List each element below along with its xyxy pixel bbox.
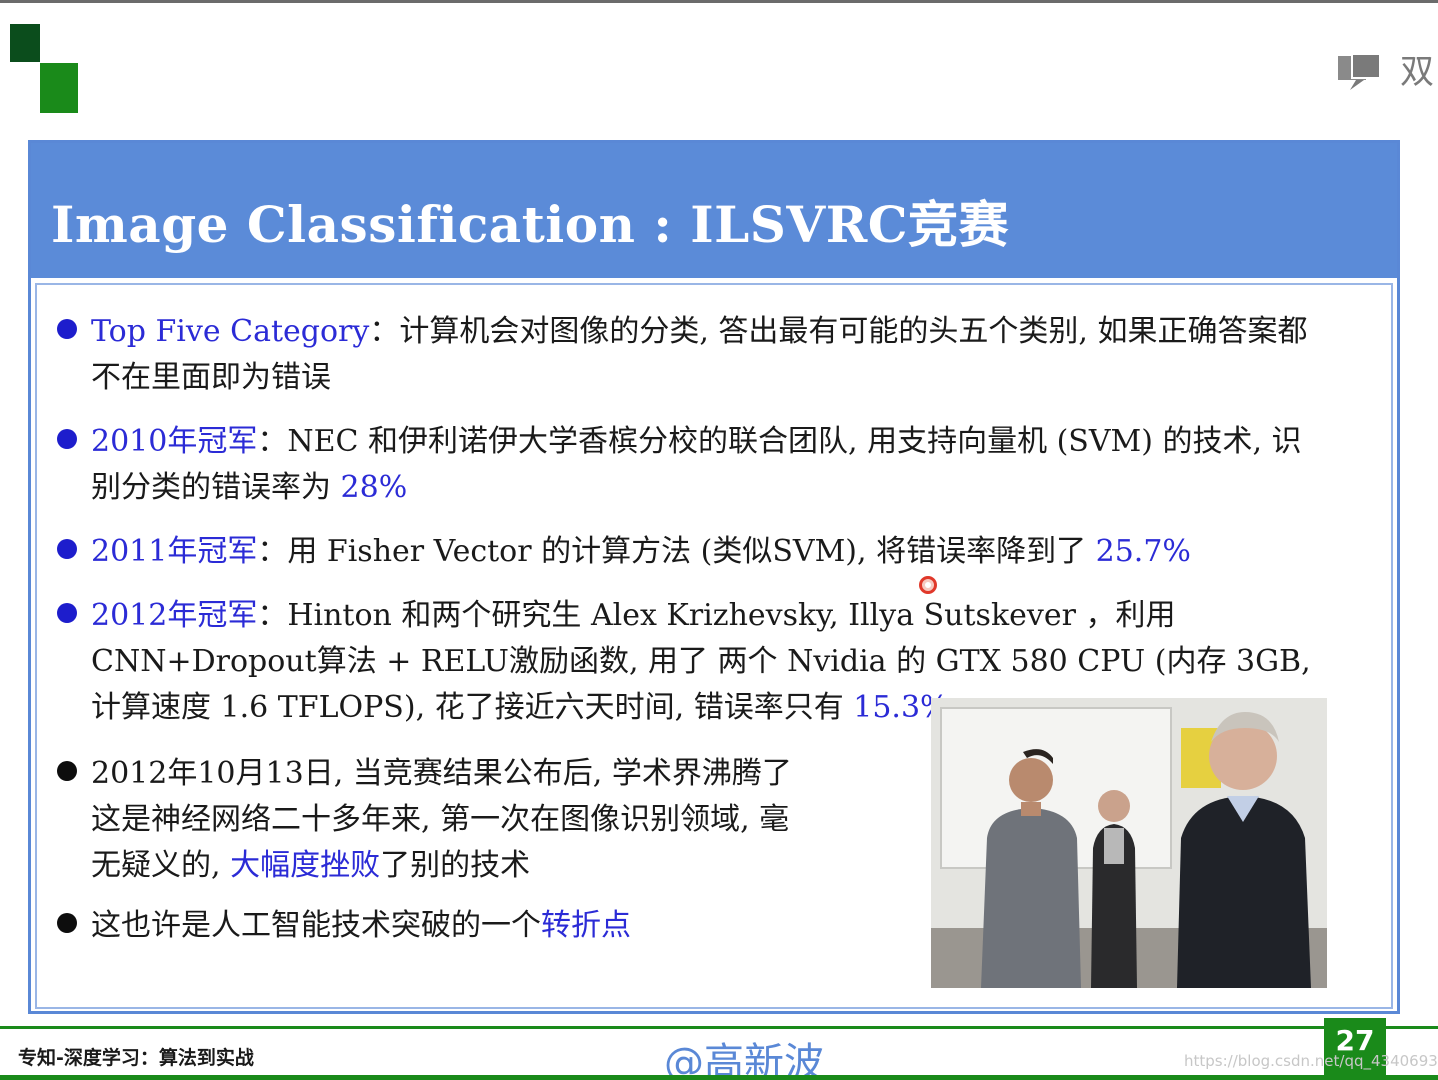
bullet-text: 这也许是人工智能技术突破的一个 [91, 908, 541, 943]
bullet-text-after: 了别的技术 [380, 848, 531, 883]
bullet-2010: 2010年冠军：NEC 和伊利诺伊大学香槟分校的联合团队, 用支持向量机 (SV… [57, 419, 1321, 511]
title-bar: Image Classification : ILSVRC竞赛 [31, 143, 1397, 278]
slide-frame: Image Classification : ILSVRC竞赛 Top Five… [28, 140, 1400, 1014]
bullet-label: 2012年冠军 [91, 598, 258, 633]
highlight-text: 大幅度挫败 [230, 848, 381, 883]
bullet-dot [57, 319, 77, 339]
web-icon[interactable]: 双 [1400, 50, 1438, 94]
author-name: @高新波 [664, 1040, 824, 1080]
footer-rule [0, 1026, 1438, 1029]
bullet-label: Top Five Category [91, 314, 370, 349]
bullet-dot [57, 761, 77, 781]
bullet-dot [57, 539, 77, 559]
bullet-top-five: Top Five Category：计算机会对图像的分类, 答出最有可能的头五个… [57, 309, 1321, 401]
bullet-dot [57, 913, 77, 933]
note-icon[interactable] [1336, 52, 1382, 92]
logo-square-green [40, 63, 78, 113]
pointer-marker [919, 576, 937, 594]
hinton-team-photo [931, 698, 1327, 988]
bullet-dot [57, 429, 77, 449]
bullet-2011: 2011年冠军：用 Fisher Vector 的计算方法 (类似SVM), 将… [57, 529, 1321, 575]
course-name: 专知-深度学习：算法到实战 [18, 1047, 254, 1069]
bullet-label: 2010年冠军 [91, 424, 258, 459]
highlight-text: 转折点 [541, 908, 631, 943]
bullet-dot [57, 603, 77, 623]
logo-square-dark [10, 24, 40, 62]
bullet-result-announcement: 2012年10月13日, 当竞赛结果公布后, 学术界沸腾了这是神经网络二十多年来… [57, 751, 811, 889]
error-rate-value: 28% [340, 470, 408, 505]
bullet-label: 2011年冠军 [91, 534, 258, 569]
footer-bottom-rule [0, 1075, 1438, 1080]
watermark-url: https://blog.csdn.net/qq_43406938 [1184, 1052, 1438, 1070]
bullet-text: ：用 Fisher Vector 的计算方法 (类似SVM), 将错误率降到了 [257, 534, 1096, 569]
error-rate-value: 25.7% [1095, 534, 1191, 569]
slide-title: Image Classification : ILSVRC竞赛 [51, 195, 1010, 254]
top-rule [0, 0, 1438, 3]
bullet-text: ：NEC 和伊利诺伊大学香槟分校的联合团队, 用支持向量机 (SVM) 的技术,… [91, 424, 1302, 505]
